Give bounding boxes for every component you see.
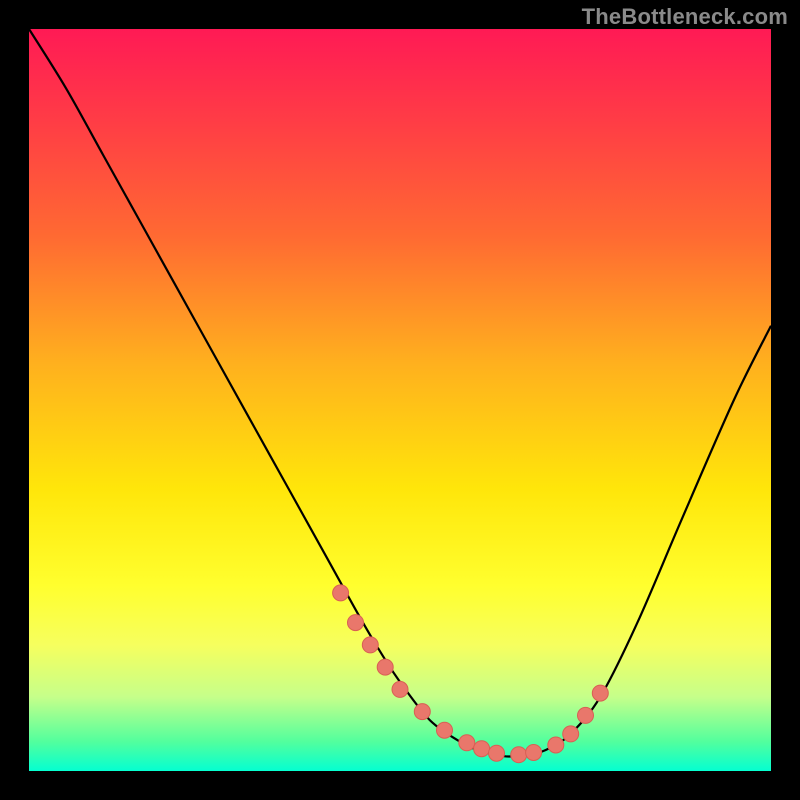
- marker-point: [333, 585, 349, 601]
- marker-point: [459, 735, 475, 751]
- marker-point: [392, 681, 408, 697]
- marker-point: [474, 741, 490, 757]
- marker-point: [348, 615, 364, 631]
- marker-point: [526, 745, 542, 761]
- marker-point: [592, 685, 608, 701]
- bottleneck-curve: [29, 29, 771, 757]
- curve-svg: [29, 29, 771, 771]
- marker-point: [511, 747, 527, 763]
- marker-point: [548, 737, 564, 753]
- marker-point: [578, 707, 594, 723]
- marker-point: [377, 659, 393, 675]
- marker-point: [362, 637, 378, 653]
- highlight-markers: [333, 585, 609, 763]
- marker-point: [563, 726, 579, 742]
- marker-point: [437, 722, 453, 738]
- marker-point: [414, 704, 430, 720]
- marker-point: [489, 745, 505, 761]
- plot-area: [29, 29, 771, 771]
- watermark-label: TheBottleneck.com: [582, 4, 788, 30]
- chart-frame: TheBottleneck.com: [0, 0, 800, 800]
